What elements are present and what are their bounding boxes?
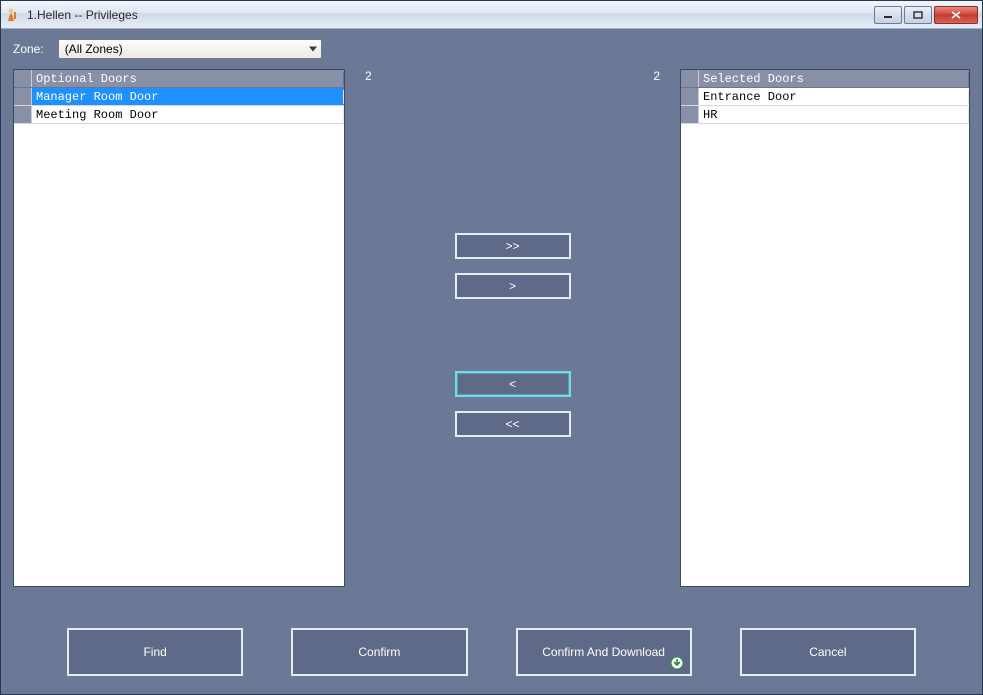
window-controls [874,6,978,24]
bottom-buttons: Find Confirm Confirm And Download Cancel [13,628,970,682]
list-item[interactable]: HR [681,106,969,124]
add-all-button[interactable]: >> [455,233,571,259]
app-icon [5,7,21,23]
selected-doors-list[interactable]: Selected Doors Entrance Door HR [680,69,970,587]
titlebar: 1.Hellen -- Privileges [1,1,982,29]
optional-doors-header: Optional Doors [14,70,344,88]
zone-row: Zone: (All Zones) [13,39,970,59]
close-button[interactable] [934,6,978,24]
cancel-button[interactable]: Cancel [740,628,916,676]
list-item[interactable]: Entrance Door [681,88,969,106]
confirm-button[interactable]: Confirm [291,628,467,676]
optional-count: 2 [365,69,372,83]
list-item-label: HR [699,108,969,122]
confirm-download-button[interactable]: Confirm And Download [516,628,692,676]
minimize-button[interactable] [874,6,902,24]
lists-area: Optional Doors Manager Room Door Meeting … [13,69,970,614]
confirm-download-label: Confirm And Download [542,645,665,659]
client-area: Zone: (All Zones) Optional Doors Manager… [1,29,982,694]
selected-count: 2 [653,69,660,83]
list-item-label: Entrance Door [699,90,969,104]
list-item-label: Meeting Room Door [32,108,344,122]
zone-label: Zone: [13,42,44,56]
selected-doors-header-label: Selected Doors [699,72,969,86]
remove-one-button[interactable]: < [455,371,571,397]
list-item-label: Manager Room Door [32,90,344,104]
selected-doors-header: Selected Doors [681,70,969,88]
privileges-window: 1.Hellen -- Privileges Zone: (All Zones) [0,0,983,695]
maximize-button[interactable] [904,6,932,24]
zone-combobox[interactable]: (All Zones) [58,39,322,59]
center-column: 2 2 >> > < << [345,69,680,614]
remove-all-button[interactable]: << [455,411,571,437]
download-icon [670,656,684,670]
optional-doors-list[interactable]: Optional Doors Manager Room Door Meeting … [13,69,345,587]
list-item[interactable]: Manager Room Door [14,88,344,106]
optional-doors-header-label: Optional Doors [32,72,344,86]
add-one-button[interactable]: > [455,273,571,299]
zone-value: (All Zones) [65,42,123,56]
list-item[interactable]: Meeting Room Door [14,106,344,124]
chevron-down-icon [309,47,317,52]
window-title: 1.Hellen -- Privileges [27,8,874,22]
find-button[interactable]: Find [67,628,243,676]
transfer-buttons: >> > < << [455,233,571,437]
